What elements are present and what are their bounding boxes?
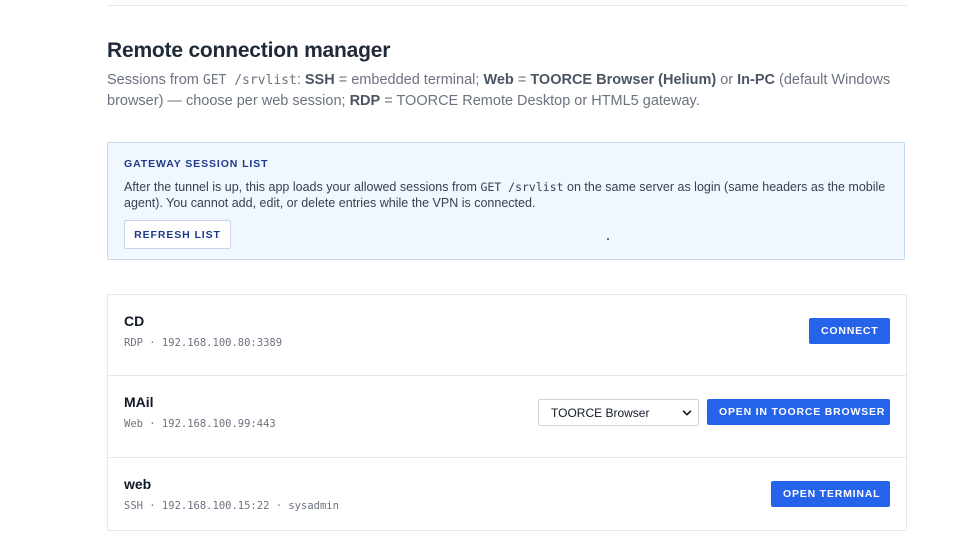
gateway-endpoint: GET /srvlist	[480, 180, 564, 194]
intro-endpoint: GET /srvlist	[202, 73, 297, 88]
intro-rdp-label: RDP	[349, 93, 381, 109]
intro-text: :	[296, 72, 305, 88]
session-row-web: web SSH · 192.168.100.15:22 · sysadmin O…	[108, 458, 906, 530]
intro-text: = TOORCE Remote Desktop or HTML5 gateway…	[380, 93, 700, 109]
gateway-info-panel: GATEWAY SESSION LIST After the tunnel is…	[107, 142, 905, 260]
open-terminal-button[interactable]: OPEN TERMINAL	[771, 481, 890, 507]
open-in-toorce-browser-button[interactable]: OPEN IN TOORCE BROWSER	[707, 399, 890, 425]
page-intro: Sessions from GET /srvlist: SSH = embedd…	[107, 70, 917, 111]
cursor-dot	[607, 238, 609, 240]
intro-toorce-browser-label: TOORCE Browser (Helium)	[530, 72, 717, 88]
gateway-text: After the tunnel is up, this app loads y…	[124, 180, 481, 194]
session-list: CD RDP · 192.168.100.80:3389 CONNECT MAi…	[107, 294, 907, 531]
session-name: web	[124, 476, 152, 492]
page-title: Remote connection manager	[107, 39, 391, 62]
intro-text: = embedded terminal;	[334, 72, 484, 88]
intro-text: or	[716, 72, 738, 88]
top-divider	[107, 5, 907, 6]
connect-button[interactable]: CONNECT	[809, 318, 890, 344]
intro-web-label: Web	[483, 72, 514, 88]
gateway-description: After the tunnel is up, this app loads y…	[124, 179, 889, 211]
intro-ssh-label: SSH	[304, 72, 335, 88]
browser-select[interactable]: TOORCE Browser	[538, 399, 699, 426]
session-name: MAil	[124, 394, 154, 410]
browser-select-value: TOORCE Browser	[551, 406, 650, 420]
intro-text: =	[513, 72, 531, 88]
session-meta: RDP · 192.168.100.80:3389	[124, 337, 283, 349]
session-row-cd: CD RDP · 192.168.100.80:3389 CONNECT	[108, 295, 906, 376]
gateway-heading: GATEWAY SESSION LIST	[124, 158, 269, 170]
intro-text: Sessions from	[107, 72, 203, 88]
intro-inpc-label: In-PC	[737, 72, 775, 88]
chevron-down-icon	[682, 410, 692, 416]
refresh-list-button[interactable]: REFRESH LIST	[124, 220, 231, 249]
session-meta: Web · 192.168.100.99:443	[124, 418, 276, 430]
session-meta: SSH · 192.168.100.15:22 · sysadmin	[124, 500, 339, 512]
session-row-mail: MAil Web · 192.168.100.99:443 TOORCE Bro…	[108, 376, 906, 458]
session-name: CD	[124, 313, 145, 329]
